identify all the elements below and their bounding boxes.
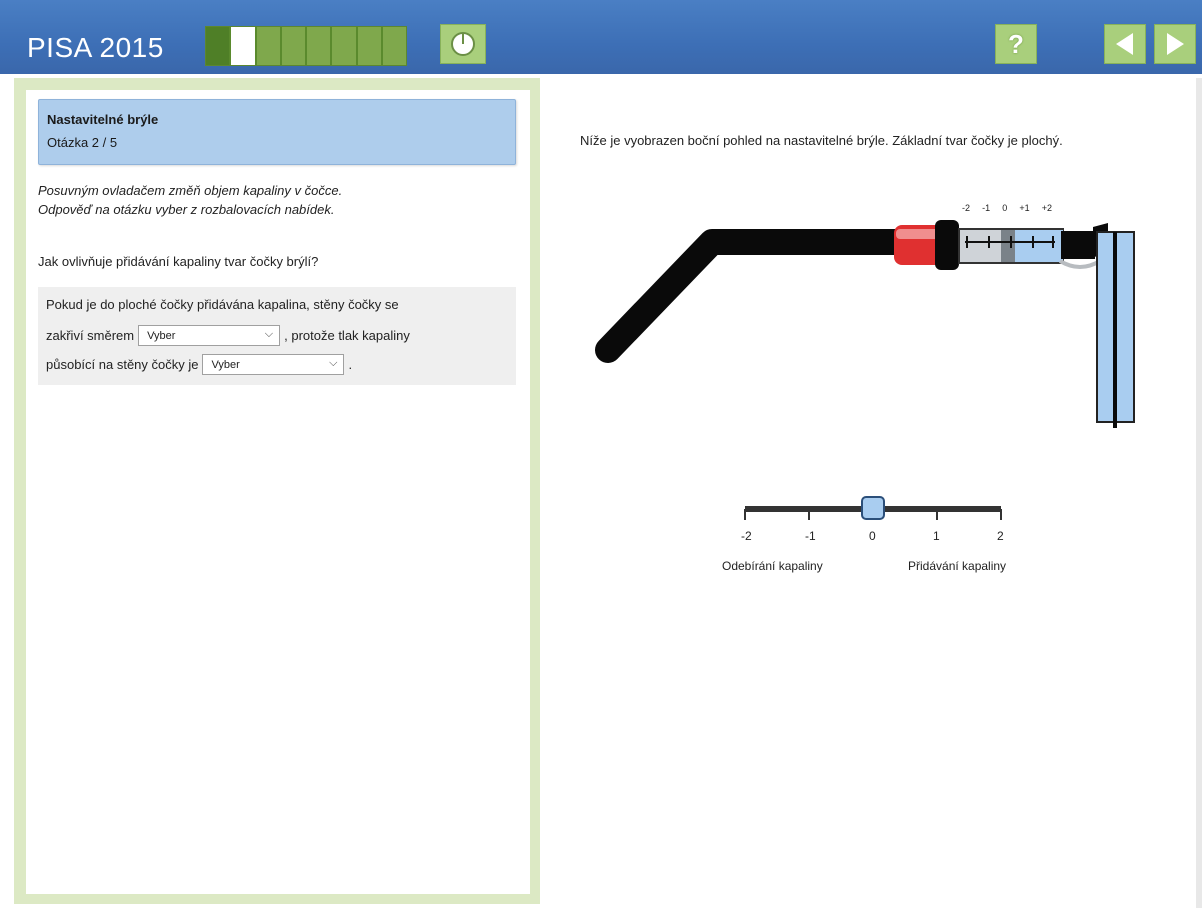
slider-tick-label: 2 <box>997 529 1004 543</box>
select-value: Vyber <box>147 330 176 342</box>
slider-tick-label: -2 <box>741 529 752 543</box>
mini-scale-label: +2 <box>1041 203 1052 213</box>
slider-tick-label: 1 <box>933 529 940 543</box>
progress-segment <box>307 27 333 65</box>
question-header: Nastavitelné brýle Otázka 2 / 5 <box>38 99 516 165</box>
answer-text: . <box>348 357 353 372</box>
timer-button[interactable] <box>440 24 486 64</box>
instruction-line: Posuvným ovladačem změň objem kapaliny v… <box>38 183 343 198</box>
answer-text: , protože tlak kapaliny <box>284 328 410 343</box>
black-ring <box>935 220 959 270</box>
frame-connector <box>1061 231 1095 259</box>
chevron-down-icon: ⌵ <box>329 357 338 369</box>
mini-scale-labels: -2 -1 0 +1 +2 <box>962 203 1052 213</box>
slider-left-caption: Odebírání kapaliny <box>722 559 823 573</box>
right-panel-border <box>1196 78 1202 908</box>
glasses-temple-arm <box>595 229 913 363</box>
pressure-select[interactable]: Vyber ⌵ <box>202 354 345 375</box>
syringe-plunger <box>1001 230 1015 262</box>
red-clip-highlight <box>896 229 940 239</box>
glasses-illustration <box>595 220 1135 428</box>
progress-segment-current <box>231 27 257 65</box>
select-value: Vyber <box>211 359 240 371</box>
mini-scale-label: +1 <box>1019 203 1030 213</box>
progress-segment <box>281 27 307 65</box>
slider-tick-label: -1 <box>805 529 816 543</box>
slider-tick-label: 0 <box>869 529 876 543</box>
answer-text: zakřiví směrem <box>46 328 135 343</box>
fluid-tube <box>1058 259 1102 269</box>
previous-button[interactable] <box>1104 24 1146 64</box>
next-button[interactable] <box>1154 24 1196 64</box>
progress-segment <box>206 27 232 65</box>
answer-line-3: působící na stěny čočky je Vyber ⌵ . <box>46 354 352 375</box>
question-prompt: Jak ovlivňuje přidávání kapaliny tvar čo… <box>38 254 319 269</box>
progress-segment <box>382 27 406 65</box>
chevron-down-icon: ⌵ <box>264 328 274 340</box>
arrow-right-icon <box>1167 33 1184 55</box>
answer-line-2: zakřiví směrem Vyber ⌵ , protože tlak ka… <box>46 325 410 346</box>
progress-segment <box>332 27 358 65</box>
question-mark-icon: ? <box>1008 28 1024 59</box>
answer-box: Pokud je do ploché čočky přidávána kapal… <box>38 287 516 385</box>
mini-scale-label: 0 <box>1002 203 1008 213</box>
progress-segment <box>357 27 383 65</box>
instruction-line: Odpověď na otázku vyber z rozbalovacích … <box>38 202 335 217</box>
answer-text: působící na stěny čočky je <box>46 357 199 372</box>
slider-thumb[interactable] <box>861 496 885 520</box>
arrow-left-icon <box>1116 33 1133 55</box>
progress-segment <box>256 27 282 65</box>
mini-scale-label: -1 <box>982 203 991 213</box>
question-title: Nastavitelné brýle <box>47 112 159 127</box>
progress-bar <box>205 26 407 66</box>
answer-line-1: Pokud je do ploché čočky přidávána kapal… <box>46 297 399 312</box>
question-number: Otázka 2 / 5 <box>47 135 118 150</box>
app-title: PISA 2015 <box>27 32 164 63</box>
clock-icon <box>451 32 475 56</box>
direction-select[interactable]: Vyber ⌵ <box>138 325 281 346</box>
stimulus-description: Níže je vyobrazen boční pohled na nastav… <box>580 133 1063 148</box>
top-bar: PISA 2015 ? <box>0 0 1202 74</box>
mini-scale-label: -2 <box>962 203 971 213</box>
slider-right-caption: Přidávání kapaliny <box>908 559 1007 573</box>
help-button[interactable]: ? <box>995 24 1037 64</box>
